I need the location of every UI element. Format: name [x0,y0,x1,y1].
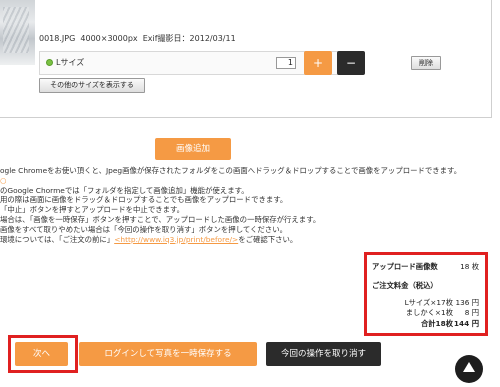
instruction-line: 「中止」ボタンを押すとアップロードを中止できます。 [0,205,185,215]
fee-line-row: Lサイズ×17枚 136 円 [372,298,479,308]
size-status-icon [46,59,53,66]
instruction-line: ogle Chromeをお使い頂くと、Jpeg画像が保存されたフォルダをこの画面… [0,166,462,175]
instruction-line: のGoogle Chormeでは「フォルダを指定して画像追加」機能が使えます。 [0,185,249,195]
fee-line-label: ましかく×1枚 [405,308,453,317]
instruction-text: をご確認下さい。 [238,234,298,244]
scroll-to-top-button[interactable] [455,355,483,383]
decrease-quantity-button[interactable]: − [337,51,365,75]
size-label: Lサイズ [56,58,85,67]
before-order-link[interactable]: <http://www.iq3.jp/print/before/> [114,235,238,244]
delete-button[interactable]: 削除 [411,56,441,70]
total-row: 合計18枚 144 円 [372,319,479,329]
size-row: Lサイズ 1 + − [39,51,365,75]
file-name: 0018.JPG [39,34,76,43]
show-other-sizes-button[interactable]: その他のサイズを表示する [39,78,145,93]
increase-quantity-button[interactable]: + [304,51,332,75]
instruction-bullet: ○ [0,175,7,185]
fee-line-row: ましかく×1枚 8 円 [372,308,479,318]
uploaded-count-label: アップロード画像数 [372,262,438,271]
instructions: ogle Chromeをお使い頂くと、Jpeg画像が保存されたフォルダをこの画面… [0,166,500,244]
uploaded-count-row: アップロード画像数 18 枚 [372,262,479,272]
total-value: 144 円 [453,319,479,328]
file-info: 0018.JPG 4000×3000px Exif撮影日：2012/03/11 [39,33,236,44]
add-image-button[interactable]: 画像追加 [155,138,231,160]
cancel-operation-button[interactable]: 今回の操作を取り消す [266,342,381,366]
file-dimensions: 4000×3000px [80,34,138,43]
instruction-text: 環境については、「ご注文の前に」 [0,234,115,244]
fee-line-value: 136 円 [455,298,479,307]
fee-line-value: 8 円 [464,308,479,317]
photo-thumbnail[interactable] [0,0,35,65]
arrow-up-icon [463,362,475,372]
uploaded-count-value: 18 枚 [460,262,479,271]
instruction-line: 画像をすべて取りやめたい場合は「今回の操作を取り消す」ボタンを押してください。 [0,224,287,234]
exif-date: Exif撮影日：2012/03/11 [142,34,236,43]
login-save-button[interactable]: ログインして写真を一時保存する [79,342,257,366]
instruction-line: 場合は、「画像を一時保存」ボタンを押すことで、アップロードした画像の一時保存が行… [0,214,321,224]
upload-item-panel: 0018.JPG 4000×3000px Exif撮影日：2012/03/11 … [0,0,492,118]
instruction-line-environment: 環境については、「ご注文の前に」<http://www.iq3.jp/print… [0,235,500,245]
order-summary: アップロード画像数 18 枚 ご注文料金（税込） Lサイズ×17枚 136 円 … [364,252,488,336]
quantity-input[interactable]: 1 [276,57,296,69]
order-fee-label: ご注文料金（税込） [372,281,438,290]
next-button[interactable]: 次へ [15,342,68,366]
instruction-line: 用の際は画面に画像をドラッグ＆ドロップすることでも画像をアップロードできます。 [0,195,288,205]
